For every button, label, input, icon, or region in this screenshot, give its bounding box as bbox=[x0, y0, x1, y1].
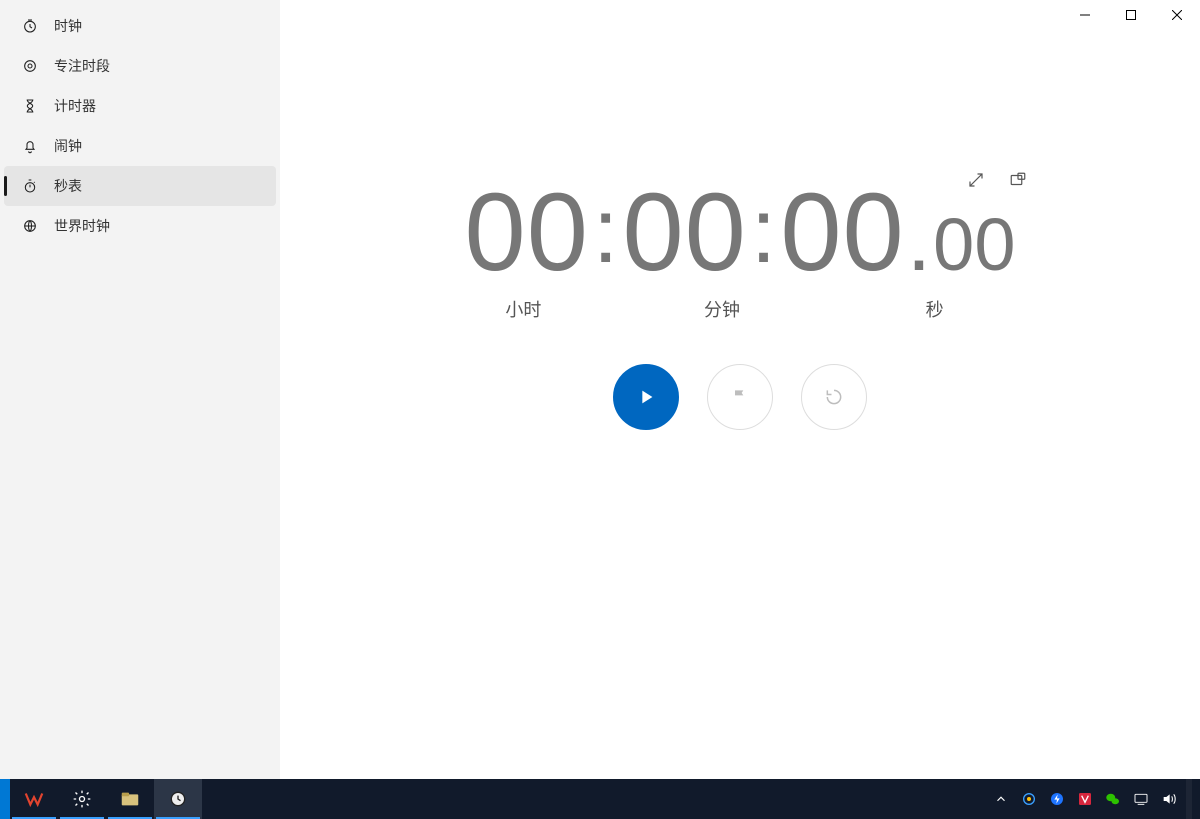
clock-icon bbox=[20, 16, 40, 36]
stopwatch-seconds: 00 bbox=[780, 178, 904, 288]
sidebar-item-label: 闹钟 bbox=[54, 136, 82, 156]
play-button[interactable] bbox=[613, 364, 679, 430]
show-desktop[interactable] bbox=[1186, 779, 1192, 819]
tray-volume[interactable] bbox=[1158, 788, 1180, 810]
taskbar-settings[interactable] bbox=[58, 779, 106, 819]
taskbar-tray bbox=[990, 779, 1200, 819]
label-seconds: 秒 bbox=[841, 296, 1028, 322]
sidebar-item-label: 专注时段 bbox=[54, 56, 110, 76]
window-controls bbox=[1062, 0, 1200, 30]
tray-wechat[interactable] bbox=[1102, 788, 1124, 810]
stopwatch-panel: 00 : 00 : 00 . 00 小时 分钟 秒 bbox=[460, 160, 1020, 430]
expand-icon[interactable] bbox=[964, 168, 988, 192]
minimize-button[interactable] bbox=[1062, 0, 1108, 30]
stopwatch-centiseconds: 00 bbox=[933, 208, 1015, 282]
sidebar-item-label: 秒表 bbox=[54, 176, 82, 196]
sidebar-item-focus[interactable]: 专注时段 bbox=[4, 46, 276, 86]
close-button[interactable] bbox=[1154, 0, 1200, 30]
lap-button[interactable] bbox=[707, 364, 773, 430]
taskbar-wps[interactable] bbox=[10, 779, 58, 819]
hourglass-icon bbox=[20, 96, 40, 116]
taskbar bbox=[0, 779, 1200, 819]
label-minutes: 分钟 bbox=[629, 296, 816, 322]
stopwatch-controls bbox=[460, 364, 1020, 430]
bell-icon bbox=[20, 136, 40, 156]
compact-overlay-icon[interactable] bbox=[1006, 168, 1030, 192]
globe-icon bbox=[20, 216, 40, 236]
taskbar-explorer[interactable] bbox=[106, 779, 154, 819]
taskbar-left bbox=[0, 779, 202, 819]
stopwatch-time: 00 : 00 : 00 . 00 bbox=[460, 178, 1020, 288]
sidebar-item-label: 世界时钟 bbox=[54, 216, 110, 236]
time-separator: : bbox=[593, 185, 619, 277]
app-title-row: 时钟 bbox=[4, 6, 276, 46]
stopwatch-unit-labels: 小时 分钟 秒 bbox=[460, 296, 1020, 322]
stopwatch-minutes: 00 bbox=[622, 178, 746, 288]
sidebar-item-alarm[interactable]: 闹钟 bbox=[4, 126, 276, 166]
sidebar-item-stopwatch[interactable]: 秒表 bbox=[4, 166, 276, 206]
main-content: 00 : 00 : 00 . 00 小时 分钟 秒 bbox=[280, 0, 1200, 779]
time-separator: : bbox=[751, 185, 777, 277]
sidebar-item-label: 计时器 bbox=[54, 96, 96, 116]
sidebar-item-worldclock[interactable]: 世界时钟 bbox=[4, 206, 276, 246]
stopwatch-hours: 00 bbox=[465, 178, 589, 288]
app-title: 时钟 bbox=[54, 16, 82, 36]
tray-antivirus[interactable] bbox=[1074, 788, 1096, 810]
tray-manager[interactable] bbox=[1018, 788, 1040, 810]
tray-flash[interactable] bbox=[1046, 788, 1068, 810]
sidebar-item-timer[interactable]: 计时器 bbox=[4, 86, 276, 126]
taskbar-start[interactable] bbox=[0, 779, 10, 819]
target-icon bbox=[20, 56, 40, 76]
tray-chevron-up[interactable] bbox=[990, 788, 1012, 810]
sidebar: 时钟 专注时段 计时器 闹钟 秒表 bbox=[0, 0, 280, 779]
stopwatch-icon bbox=[20, 176, 40, 196]
time-dot: . bbox=[907, 196, 931, 284]
reset-button[interactable] bbox=[801, 364, 867, 430]
label-hours: 小时 bbox=[430, 296, 617, 322]
taskbar-clock[interactable] bbox=[154, 779, 202, 819]
maximize-button[interactable] bbox=[1108, 0, 1154, 30]
tray-ime[interactable] bbox=[1130, 788, 1152, 810]
